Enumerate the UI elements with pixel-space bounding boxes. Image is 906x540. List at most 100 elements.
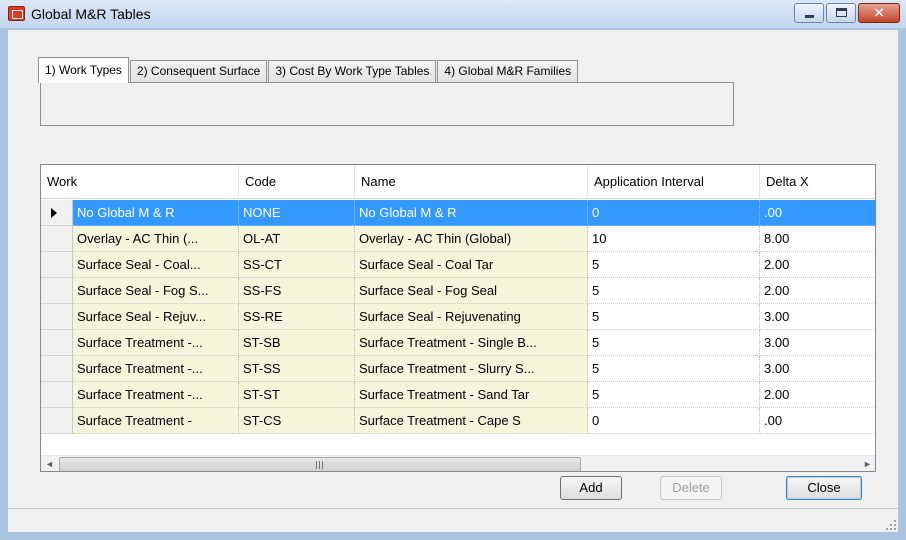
cell-name[interactable]: Surface Treatment - Single B... bbox=[355, 330, 588, 356]
cell-delta-x[interactable]: 3.00 bbox=[760, 330, 875, 356]
cell-work[interactable]: Surface Treatment -... bbox=[73, 330, 239, 356]
cell-interval[interactable]: 5 bbox=[588, 330, 760, 356]
maximize-icon bbox=[836, 8, 847, 17]
column-header-delta-x[interactable]: Delta X bbox=[760, 165, 875, 199]
row-header[interactable] bbox=[41, 226, 73, 252]
column-header-application-interval[interactable]: Application Interval bbox=[588, 165, 760, 199]
cell-work[interactable]: Surface Seal - Rejuv... bbox=[73, 304, 239, 330]
table-row[interactable]: Surface Seal - Rejuv... SS-RE Surface Se… bbox=[41, 304, 875, 330]
dialog-client-area: 1) Work Types 2) Consequent Surface 3) C… bbox=[8, 30, 898, 532]
cell-work[interactable]: No Global M & R bbox=[73, 200, 239, 226]
table-row[interactable]: No Global M & R NONE No Global M & R 0 .… bbox=[41, 200, 875, 226]
app-icon[interactable] bbox=[8, 6, 25, 21]
cell-interval[interactable]: 5 bbox=[588, 278, 760, 304]
cell-name[interactable]: Surface Seal - Rejuvenating bbox=[355, 304, 588, 330]
close-window-button[interactable]: ✕ bbox=[858, 3, 900, 23]
table-row[interactable]: Surface Seal - Fog S... SS-FS Surface Se… bbox=[41, 278, 875, 304]
add-button[interactable]: Add bbox=[560, 476, 622, 500]
table-row[interactable]: Surface Treatment - ST-CS Surface Treatm… bbox=[41, 408, 875, 434]
column-header-name[interactable]: Name bbox=[355, 165, 588, 199]
cell-work[interactable]: Surface Treatment -... bbox=[73, 356, 239, 382]
row-header[interactable] bbox=[41, 356, 73, 382]
column-header-code[interactable]: Code bbox=[239, 165, 355, 199]
table-row[interactable]: Surface Seal - Coal... SS-CT Surface Sea… bbox=[41, 252, 875, 278]
cell-delta-x[interactable]: .00 bbox=[760, 408, 875, 434]
cell-code[interactable]: OL-AT bbox=[239, 226, 355, 252]
minimize-button[interactable] bbox=[794, 3, 824, 23]
horizontal-scroll-thumb[interactable] bbox=[59, 457, 581, 471]
cell-name[interactable]: Surface Treatment - Slurry S... bbox=[355, 356, 588, 382]
tab-strip: 1) Work Types 2) Consequent Surface 3) C… bbox=[38, 57, 579, 83]
cell-delta-x[interactable]: 2.00 bbox=[760, 382, 875, 408]
cell-interval[interactable]: 5 bbox=[588, 382, 760, 408]
cell-work[interactable]: Surface Seal - Fog S... bbox=[73, 278, 239, 304]
cell-name[interactable]: Surface Treatment - Cape S bbox=[355, 408, 588, 434]
tab-consequent-surface[interactable]: 2) Consequent Surface bbox=[129, 60, 268, 83]
cell-code[interactable]: SS-CT bbox=[239, 252, 355, 278]
cell-interval[interactable]: 5 bbox=[588, 356, 760, 382]
close-button[interactable]: Close bbox=[786, 476, 862, 500]
cell-code[interactable]: ST-ST bbox=[239, 382, 355, 408]
status-bar bbox=[8, 508, 898, 532]
row-header[interactable] bbox=[41, 382, 73, 408]
close-icon: ✕ bbox=[873, 4, 885, 21]
grip-icon bbox=[316, 461, 317, 469]
main-window: Global M&R Tables ✕ 1) Work Types 2) Con… bbox=[0, 0, 906, 540]
row-header[interactable] bbox=[41, 330, 73, 356]
window-controls: ✕ bbox=[792, 3, 900, 23]
grid-rows: No Global M & R NONE No Global M & R 0 .… bbox=[41, 200, 875, 434]
cell-work[interactable]: Overlay - AC Thin (... bbox=[73, 226, 239, 252]
cell-code[interactable]: SS-RE bbox=[239, 304, 355, 330]
row-header[interactable] bbox=[41, 252, 73, 278]
window-title: Global M&R Tables bbox=[31, 6, 151, 22]
row-header[interactable] bbox=[41, 304, 73, 330]
table-row[interactable]: Surface Treatment -... ST-SB Surface Tre… bbox=[41, 330, 875, 356]
cell-work[interactable]: Surface Treatment -... bbox=[73, 382, 239, 408]
cell-delta-x[interactable]: 2.00 bbox=[760, 278, 875, 304]
table-row[interactable]: Overlay - AC Thin (... OL-AT Overlay - A… bbox=[41, 226, 875, 252]
tab-panel bbox=[40, 82, 734, 126]
delete-button[interactable]: Delete bbox=[660, 476, 722, 500]
tab-cost-by-work-type[interactable]: 3) Cost By Work Type Tables bbox=[268, 60, 437, 83]
table-row[interactable]: Surface Treatment -... ST-ST Surface Tre… bbox=[41, 382, 875, 408]
cell-code[interactable]: ST-SB bbox=[239, 330, 355, 356]
minimize-icon bbox=[805, 15, 814, 18]
work-types-grid[interactable]: Work Code Name Application Interval Delt… bbox=[40, 164, 876, 472]
cell-work[interactable]: Surface Seal - Coal... bbox=[73, 252, 239, 278]
cell-delta-x[interactable]: 3.00 bbox=[760, 356, 875, 382]
cell-delta-x[interactable]: .00 bbox=[760, 200, 875, 226]
row-header[interactable] bbox=[41, 200, 73, 226]
cell-name[interactable]: Surface Treatment - Sand Tar bbox=[355, 382, 588, 408]
column-header-work[interactable]: Work bbox=[41, 165, 239, 199]
cell-interval[interactable]: 0 bbox=[588, 200, 760, 226]
tab-global-mr-families[interactable]: 4) Global M&R Families bbox=[437, 60, 579, 83]
row-header[interactable] bbox=[41, 408, 73, 434]
tab-work-types[interactable]: 1) Work Types bbox=[38, 57, 129, 83]
current-row-arrow-icon bbox=[51, 208, 57, 218]
row-header[interactable] bbox=[41, 278, 73, 304]
cell-name[interactable]: Surface Seal - Coal Tar bbox=[355, 252, 588, 278]
resize-grip-icon[interactable] bbox=[886, 520, 896, 530]
cell-interval[interactable]: 5 bbox=[588, 304, 760, 330]
title-bar[interactable]: Global M&R Tables ✕ bbox=[0, 0, 906, 28]
cell-code[interactable]: ST-CS bbox=[239, 408, 355, 434]
cell-name[interactable]: Surface Seal - Fog Seal bbox=[355, 278, 588, 304]
cell-code[interactable]: NONE bbox=[239, 200, 355, 226]
table-row[interactable]: Surface Treatment -... ST-SS Surface Tre… bbox=[41, 356, 875, 382]
grid-header: Work Code Name Application Interval Delt… bbox=[41, 165, 875, 199]
cell-delta-x[interactable]: 3.00 bbox=[760, 304, 875, 330]
cell-delta-x[interactable]: 8.00 bbox=[760, 226, 875, 252]
cell-name[interactable]: No Global M & R bbox=[355, 200, 588, 226]
cell-work[interactable]: Surface Treatment - bbox=[73, 408, 239, 434]
cell-code[interactable]: SS-FS bbox=[239, 278, 355, 304]
cell-delta-x[interactable]: 2.00 bbox=[760, 252, 875, 278]
horizontal-scrollbar[interactable]: ◄ ► bbox=[41, 455, 875, 471]
cell-interval[interactable]: 10 bbox=[588, 226, 760, 252]
cell-name[interactable]: Overlay - AC Thin (Global) bbox=[355, 226, 588, 252]
maximize-button[interactable] bbox=[826, 3, 856, 23]
cell-interval[interactable]: 0 bbox=[588, 408, 760, 434]
cell-code[interactable]: ST-SS bbox=[239, 356, 355, 382]
cell-interval[interactable]: 5 bbox=[588, 252, 760, 278]
scroll-right-icon[interactable]: ► bbox=[859, 456, 875, 471]
scroll-left-icon[interactable]: ◄ bbox=[41, 456, 58, 471]
